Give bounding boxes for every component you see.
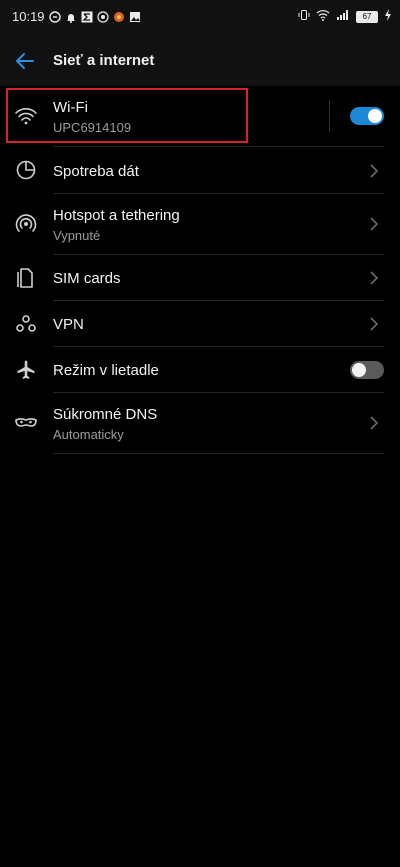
vpn-label: VPN xyxy=(53,316,84,333)
pie-chart-icon xyxy=(14,158,38,182)
chevron-right-icon xyxy=(368,271,380,285)
status-bar-left: 10:19 xyxy=(12,9,141,24)
image-icon xyxy=(129,11,141,23)
wifi-toggle-separator xyxy=(329,100,330,132)
vibrate-icon xyxy=(298,9,310,24)
chevron-right-icon xyxy=(368,164,380,178)
hotspot-row[interactable]: Hotspot a tethering Vypnuté xyxy=(0,194,400,254)
notification-icon xyxy=(48,10,61,23)
app-icon xyxy=(113,11,125,23)
page-title: Sieť a internet xyxy=(53,52,155,69)
chevron-right-icon xyxy=(368,217,380,231)
data-usage-row[interactable]: Spotreba dát xyxy=(0,148,400,193)
badge-icon xyxy=(96,10,109,23)
wifi-toggle[interactable] xyxy=(350,107,384,125)
airplane-icon xyxy=(14,358,38,382)
status-time: 10:19 xyxy=(12,9,45,24)
sim-card-icon xyxy=(14,266,38,290)
vpn-icon xyxy=(14,312,38,336)
arrow-left-icon xyxy=(16,53,34,69)
wifi-toggle-knob xyxy=(368,109,382,123)
status-bar: 10:19 67 xyxy=(0,0,400,36)
airplane-mode-toggle-knob xyxy=(352,363,366,377)
private-dns-status: Automaticky xyxy=(53,427,124,442)
wifi-highlight-box xyxy=(6,88,248,143)
mask-icon xyxy=(14,411,38,435)
vpn-row[interactable]: VPN xyxy=(0,301,400,346)
airplane-mode-label: Režim v lietadle xyxy=(53,362,159,379)
chevron-right-icon xyxy=(368,317,380,331)
sigma-app-icon xyxy=(81,11,93,23)
private-dns-label: Súkromné DNS xyxy=(53,406,158,423)
signal-icon xyxy=(336,9,350,24)
bell-icon xyxy=(65,11,77,23)
divider xyxy=(53,453,384,454)
hotspot-icon xyxy=(14,212,38,236)
hotspot-label: Hotspot a tethering xyxy=(53,207,180,224)
divider xyxy=(53,146,384,147)
battery-icon: 67 xyxy=(356,10,378,23)
sim-cards-row[interactable]: SIM cards xyxy=(0,255,400,300)
wifi-status-icon xyxy=(316,9,330,24)
data-usage-label: Spotreba dát xyxy=(53,163,139,180)
chevron-right-icon xyxy=(368,416,380,430)
airplane-mode-row[interactable]: Režim v lietadle xyxy=(0,347,400,392)
app-bar: Sieť a internet xyxy=(0,36,400,86)
status-bar-right: 67 xyxy=(298,9,392,24)
charging-icon xyxy=(384,9,392,24)
sim-cards-label: SIM cards xyxy=(53,270,121,287)
private-dns-row[interactable]: Súkromné DNS Automaticky xyxy=(0,393,400,453)
airplane-mode-toggle[interactable] xyxy=(350,361,384,379)
back-button[interactable] xyxy=(14,50,36,72)
hotspot-status: Vypnuté xyxy=(53,228,101,243)
